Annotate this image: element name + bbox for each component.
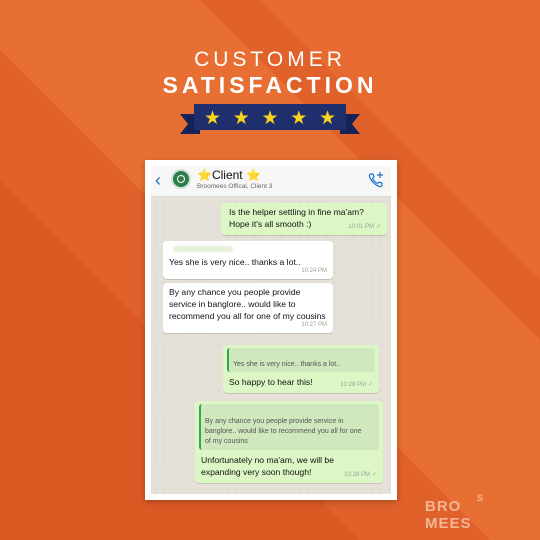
message-text-line: Hope it's all smooth :) [229,219,312,229]
sent-check-icon: ✓ [375,224,381,230]
headline-satisfaction: SATISFACTION [162,72,378,98]
message-time: 10:27 PM [301,322,327,328]
contact-avatar[interactable] [171,169,191,189]
message-text-line: Yes she is very nice.. thanks a lot.. [169,257,301,267]
sent-check-icon: ✓ [371,472,377,478]
message-text-line: By any chance you people provide [169,287,301,297]
star-icon: ★ [318,107,336,129]
message-text-line: service in banglore.. would like to [169,299,296,309]
message-incoming: Yes she is very nice.. thanks a lot.. 10… [163,241,333,279]
logo-mark: S [477,493,485,503]
add-call-icon[interactable] [367,171,385,189]
sent-check-icon: ✓ [367,382,373,388]
quoted-text-line: By any chance you people provide service… [205,418,344,425]
message-text-line: Is the helper settling in fine ma'am? [229,207,364,217]
star-icon: ★ [290,107,308,129]
contact-subtitle: Broomees Offical, Client 3 [197,183,273,190]
star-icon: ★ [261,107,279,129]
message-time: 10:24 PM [301,268,327,274]
message-outgoing-reply: By any chance you people provide service… [195,401,383,483]
quoted-text-line: Yes she is very nice.. thanks a lot.. [233,361,341,368]
message-time: 10:28 PM ✓ [344,472,377,478]
chat-messages-area[interactable]: Is the helper settling in fine ma'am? Ho… [151,197,391,494]
message-text-line: So happy to hear this! [229,377,313,387]
quoted-message[interactable]: Yes she is very nice.. thanks a lot.. [227,348,375,372]
message-time: 10:28 PM ✓ [340,382,373,388]
quoted-text-line: banglore.. would like to recommend you a… [205,428,362,435]
broomees-logo: BROMEES S [425,493,517,532]
promo-canvas: CUSTOMER SATISFACTION ★ ★ ★ ★ ★ ‹ ⭐Clien… [0,0,540,540]
back-chevron-icon[interactable]: ‹ [155,170,161,190]
message-text-line: expanding very soon though! [201,467,312,477]
logo-text-right: MEES [425,515,472,532]
contact-name[interactable]: ⭐Client ⭐ [197,168,261,182]
message-text-line: Unfortunately no ma'am, we will be [201,455,334,465]
chat-header: ‹ ⭐Client ⭐ Broomees Offical, Client 3 [151,166,391,197]
quoted-text-line: of my cousins [205,438,248,445]
star-rating: ★ ★ ★ ★ ★ [204,105,336,131]
logo-text-left: BRO [425,498,462,515]
quoted-message[interactable]: By any chance you people provide service… [199,404,379,450]
chat-screenshot: ‹ ⭐Client ⭐ Broomees Offical, Client 3 I… [145,160,397,500]
star-icon: ★ [232,107,250,129]
message-outgoing-reply: Yes she is very nice.. thanks a lot.. So… [223,345,379,393]
quoted-sender-redacted [207,408,277,414]
sender-name-redacted [173,246,233,252]
quoted-sender-redacted [259,351,309,357]
message-incoming: By any chance you people provide service… [163,283,333,333]
message-outgoing: Is the helper settling in fine ma'am? Ho… [221,203,387,235]
rating-ribbon: ★ ★ ★ ★ ★ [180,102,360,134]
star-icon: ★ [204,107,222,129]
headline-customer: CUSTOMER [194,48,346,71]
message-time: 10:01 PM ✓ [348,224,381,230]
